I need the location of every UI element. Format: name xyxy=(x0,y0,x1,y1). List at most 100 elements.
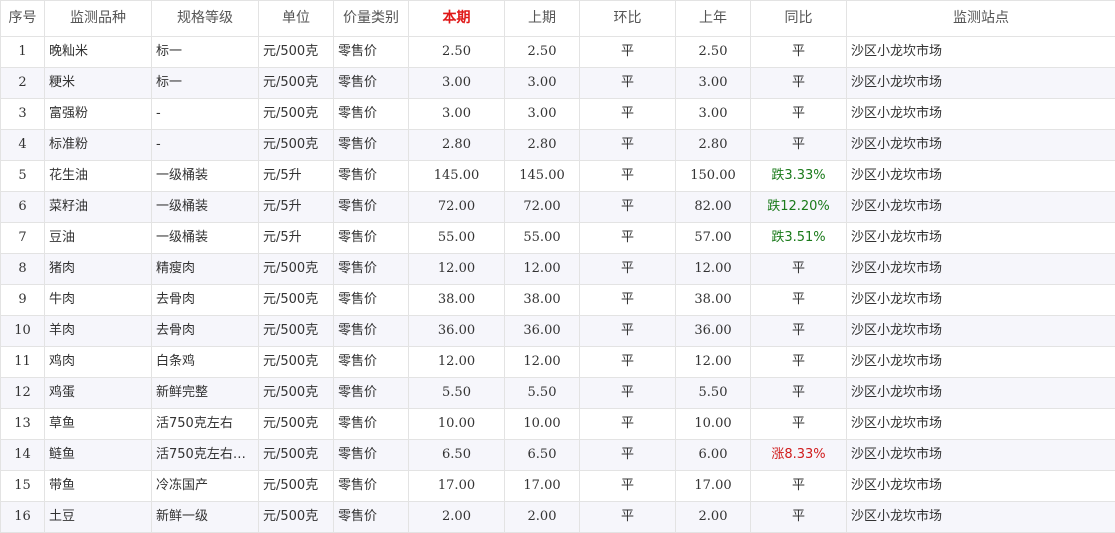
cell-unit: 元/500克 xyxy=(259,316,334,347)
cell-unit: 元/500克 xyxy=(259,471,334,502)
cell-yoy: 涨8.33% xyxy=(751,440,847,471)
header-yoy: 同比 xyxy=(751,1,847,37)
cell-yoy: 平 xyxy=(751,99,847,130)
cell-current: 38.00 xyxy=(409,285,505,316)
cell-last-year: 12.00 xyxy=(676,347,751,378)
cell-price-type: 零售价 xyxy=(334,192,409,223)
cell-price-type: 零售价 xyxy=(334,161,409,192)
cell-item: 猪肉 xyxy=(45,254,152,285)
cell-mom: 平 xyxy=(580,316,676,347)
cell-current: 55.00 xyxy=(409,223,505,254)
cell-item: 带鱼 xyxy=(45,471,152,502)
cell-mom: 平 xyxy=(580,378,676,409)
cell-item: 粳米 xyxy=(45,68,152,99)
cell-last-year: 12.00 xyxy=(676,254,751,285)
cell-idx: 4 xyxy=(1,130,45,161)
cell-previous: 12.00 xyxy=(505,347,580,378)
cell-yoy: 平 xyxy=(751,502,847,533)
cell-item: 鸡肉 xyxy=(45,347,152,378)
cell-unit: 元/500克 xyxy=(259,409,334,440)
cell-yoy: 跌3.51% xyxy=(751,223,847,254)
cell-yoy: 跌3.33% xyxy=(751,161,847,192)
header-last-year: 上年 xyxy=(676,1,751,37)
cell-previous: 36.00 xyxy=(505,316,580,347)
cell-unit: 元/500克 xyxy=(259,502,334,533)
cell-mom: 平 xyxy=(580,223,676,254)
cell-mom: 平 xyxy=(580,99,676,130)
cell-spec: 一级桶装 xyxy=(152,161,259,192)
cell-price-type: 零售价 xyxy=(334,409,409,440)
cell-idx: 1 xyxy=(1,37,45,68)
cell-last-year: 3.00 xyxy=(676,99,751,130)
cell-station: 沙区小龙坎市场 xyxy=(847,254,1115,285)
cell-item: 豆油 xyxy=(45,223,152,254)
cell-item: 羊肉 xyxy=(45,316,152,347)
cell-current: 12.00 xyxy=(409,254,505,285)
cell-spec: 冷冻国产 xyxy=(152,471,259,502)
table-row: 13草鱼活750克左右元/500克零售价10.0010.00平10.00平沙区小… xyxy=(1,409,1115,440)
cell-previous: 3.00 xyxy=(505,99,580,130)
cell-current: 10.00 xyxy=(409,409,505,440)
cell-idx: 10 xyxy=(1,316,45,347)
cell-yoy: 跌12.20% xyxy=(751,192,847,223)
cell-previous: 3.00 xyxy=(505,68,580,99)
cell-idx: 12 xyxy=(1,378,45,409)
cell-idx: 15 xyxy=(1,471,45,502)
cell-unit: 元/500克 xyxy=(259,285,334,316)
cell-unit: 元/5升 xyxy=(259,192,334,223)
table-row: 16土豆新鲜一级元/500克零售价2.002.00平2.00平沙区小龙坎市场 xyxy=(1,502,1115,533)
cell-spec: 活750克左右… xyxy=(152,440,259,471)
cell-station: 沙区小龙坎市场 xyxy=(847,37,1115,68)
header-item: 监测品种 xyxy=(45,1,152,37)
header-row: 序号 监测品种 规格等级 单位 价量类别 本期 上期 环比 上年 同比 监测站点 xyxy=(1,1,1115,37)
cell-item: 草鱼 xyxy=(45,409,152,440)
cell-last-year: 10.00 xyxy=(676,409,751,440)
cell-unit: 元/500克 xyxy=(259,378,334,409)
cell-station: 沙区小龙坎市场 xyxy=(847,502,1115,533)
cell-spec: 一级桶装 xyxy=(152,192,259,223)
cell-yoy: 平 xyxy=(751,409,847,440)
cell-last-year: 57.00 xyxy=(676,223,751,254)
header-idx: 序号 xyxy=(1,1,45,37)
cell-previous: 17.00 xyxy=(505,471,580,502)
cell-previous: 2.80 xyxy=(505,130,580,161)
cell-price-type: 零售价 xyxy=(334,316,409,347)
cell-previous: 2.50 xyxy=(505,37,580,68)
cell-yoy: 平 xyxy=(751,254,847,285)
cell-last-year: 2.80 xyxy=(676,130,751,161)
cell-item: 富强粉 xyxy=(45,99,152,130)
table-row: 5花生油一级桶装元/5升零售价145.00145.00平150.00跌3.33%… xyxy=(1,161,1115,192)
table-row: 10羊肉去骨肉元/500克零售价36.0036.00平36.00平沙区小龙坎市场 xyxy=(1,316,1115,347)
cell-station: 沙区小龙坎市场 xyxy=(847,223,1115,254)
cell-spec: 去骨肉 xyxy=(152,285,259,316)
cell-idx: 13 xyxy=(1,409,45,440)
table-row: 2粳米标一元/500克零售价3.003.00平3.00平沙区小龙坎市场 xyxy=(1,68,1115,99)
cell-mom: 平 xyxy=(580,130,676,161)
cell-price-type: 零售价 xyxy=(334,99,409,130)
cell-mom: 平 xyxy=(580,409,676,440)
cell-spec: 白条鸡 xyxy=(152,347,259,378)
cell-item: 标准粉 xyxy=(45,130,152,161)
cell-price-type: 零售价 xyxy=(334,378,409,409)
cell-item: 晚籼米 xyxy=(45,37,152,68)
cell-mom: 平 xyxy=(580,347,676,378)
cell-previous: 72.00 xyxy=(505,192,580,223)
cell-previous: 5.50 xyxy=(505,378,580,409)
cell-price-type: 零售价 xyxy=(334,347,409,378)
cell-item: 鲢鱼 xyxy=(45,440,152,471)
cell-station: 沙区小龙坎市场 xyxy=(847,347,1115,378)
cell-previous: 2.00 xyxy=(505,502,580,533)
cell-current: 2.00 xyxy=(409,502,505,533)
cell-current: 6.50 xyxy=(409,440,505,471)
cell-current: 2.80 xyxy=(409,130,505,161)
cell-price-type: 零售价 xyxy=(334,68,409,99)
header-unit: 单位 xyxy=(259,1,334,37)
cell-yoy: 平 xyxy=(751,285,847,316)
cell-unit: 元/500克 xyxy=(259,440,334,471)
table-row: 9牛肉去骨肉元/500克零售价38.0038.00平38.00平沙区小龙坎市场 xyxy=(1,285,1115,316)
header-spec: 规格等级 xyxy=(152,1,259,37)
cell-last-year: 3.00 xyxy=(676,68,751,99)
cell-unit: 元/500克 xyxy=(259,254,334,285)
table-row: 8猪肉精瘦肉元/500克零售价12.0012.00平12.00平沙区小龙坎市场 xyxy=(1,254,1115,285)
cell-last-year: 2.00 xyxy=(676,502,751,533)
